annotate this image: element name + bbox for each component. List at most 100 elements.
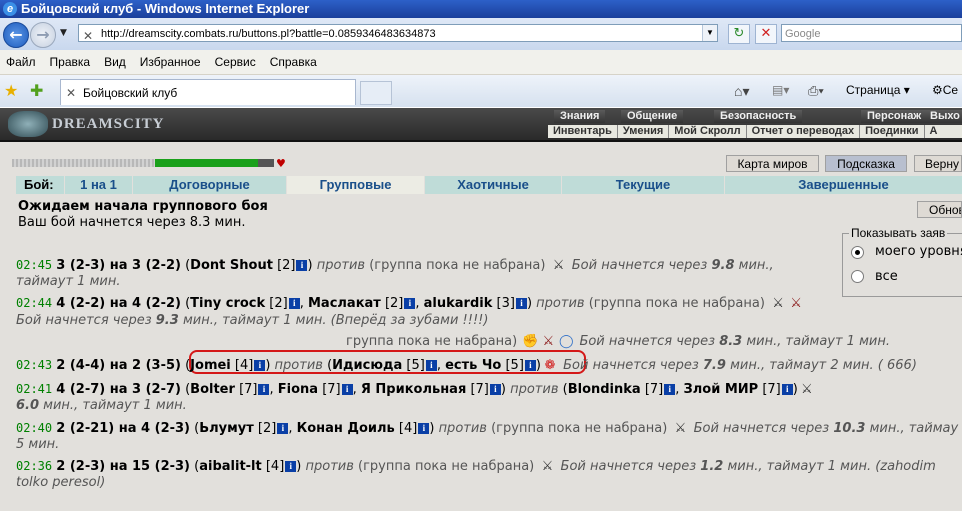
- info-icon[interactable]: i: [341, 384, 353, 395]
- menu-help[interactable]: Справка: [270, 50, 317, 74]
- address-bar[interactable]: ✕ http://dreamscity.combats.ru/buttons.p…: [78, 24, 718, 43]
- search-input[interactable]: Google: [781, 24, 962, 42]
- red-swords-icon[interactable]: ⚔: [539, 333, 557, 350]
- red-swords-icon[interactable]: ⚔: [787, 295, 805, 312]
- crossed-swords-icon[interactable]: ⚔: [769, 295, 787, 312]
- filter-legend: Показывать заяв: [849, 226, 948, 240]
- info-icon[interactable]: i: [425, 360, 437, 371]
- new-tab-button[interactable]: [360, 81, 392, 105]
- player-name[interactable]: Идисюда: [332, 358, 402, 373]
- top-menu-knowledge[interactable]: Знания: [554, 110, 606, 123]
- sub-menu-skills[interactable]: Умения: [616, 125, 668, 138]
- logo-emblem-icon: [8, 111, 48, 137]
- battle-time: 02:40: [16, 421, 53, 435]
- versus-label: против: [305, 459, 354, 474]
- refresh-list-button[interactable]: Обнов: [917, 201, 962, 218]
- player-name[interactable]: Fiona: [278, 382, 318, 397]
- info-icon[interactable]: i: [515, 298, 527, 309]
- tab-contract[interactable]: Договорные: [133, 176, 287, 194]
- add-favorite-icon[interactable]: ✚: [30, 81, 43, 101]
- info-icon[interactable]: i: [288, 298, 300, 309]
- info-icon[interactable]: i: [404, 298, 416, 309]
- menu-view[interactable]: Вид: [104, 50, 126, 74]
- player-name[interactable]: Злой МИР: [684, 382, 759, 397]
- radio-all[interactable]: [851, 270, 864, 283]
- crossed-swords-icon[interactable]: ⚔: [550, 257, 568, 274]
- player-name[interactable]: aibalit-lt: [199, 459, 262, 474]
- sub-menu-inventory[interactable]: Инвентарь: [548, 125, 617, 138]
- home-icon[interactable]: ⌂▾: [734, 83, 749, 100]
- menu-favorites[interactable]: Избранное: [140, 50, 201, 74]
- starts-in-suffix: мин., таймаут 1 мин.: [43, 398, 187, 413]
- top-menu-security[interactable]: Безопасность: [714, 110, 803, 123]
- crossed-swords-icon[interactable]: ⚔: [798, 381, 816, 398]
- info-icon[interactable]: i: [258, 384, 270, 395]
- stop-button[interactable]: ✕: [755, 24, 777, 44]
- player-level: [7]: [322, 382, 341, 397]
- info-icon[interactable]: i: [285, 461, 297, 472]
- crossed-swords-icon[interactable]: ⚔: [538, 458, 556, 475]
- tab-chaotic[interactable]: Хаотичные: [425, 176, 562, 194]
- sub-menu-scroll[interactable]: Мой Скролл: [668, 125, 745, 138]
- address-dropdown-icon[interactable]: ▼: [702, 25, 717, 41]
- tab-one-on-one[interactable]: 1 на 1: [65, 176, 133, 194]
- sub-menu-transfers[interactable]: Отчет о переводах: [745, 125, 860, 138]
- player-name[interactable]: Я Прикольная: [361, 382, 466, 397]
- sub-menu-a[interactable]: А: [923, 125, 943, 138]
- battle-teams: 2 (4-4) на 2 (3-5): [56, 358, 181, 373]
- crossed-swords-icon[interactable]: ⚔: [671, 420, 689, 437]
- safety-menu-button[interactable]: ⚙Се: [932, 83, 958, 97]
- menu-file[interactable]: Файл: [6, 50, 36, 74]
- radio-my-level[interactable]: [851, 246, 864, 259]
- blood-drop-icon[interactable]: ❁: [541, 357, 559, 374]
- battle-teams: 2 (2-3) на 15 (2-3): [56, 459, 190, 474]
- fist-icon[interactable]: ✊: [521, 333, 539, 350]
- menu-tools[interactable]: Сервис: [215, 50, 256, 74]
- info-icon[interactable]: i: [277, 423, 289, 434]
- tab-finished[interactable]: Завершенные: [725, 176, 962, 194]
- player-name[interactable]: Bolter: [190, 382, 235, 397]
- player-name[interactable]: Конан Доиль: [297, 421, 395, 436]
- starts-in-suffix: мин., таймаут 2 мин. ( 666): [730, 358, 917, 373]
- back-button[interactable]: ←: [3, 22, 29, 48]
- info-icon[interactable]: i: [418, 423, 430, 434]
- info-icon[interactable]: i: [254, 360, 266, 371]
- battle-row: 02:43 2 (4-4) на 2 (3-5) (Jomei [4] i) пр…: [16, 357, 917, 374]
- top-menu-character[interactable]: Персонаж: [861, 110, 928, 123]
- tab-group[interactable]: Групповые: [287, 176, 425, 194]
- player-name[interactable]: alukardik: [424, 296, 493, 311]
- world-map-button[interactable]: Карта миров: [726, 155, 819, 172]
- info-icon[interactable]: i: [524, 360, 536, 371]
- player-name[interactable]: Tiny crock: [190, 296, 265, 311]
- player-name[interactable]: Blondinka: [568, 382, 641, 397]
- player-level: [2]: [269, 296, 288, 311]
- battle-teams: 3 (2-3) на 3 (2-2): [56, 258, 181, 273]
- info-icon[interactable]: i: [489, 384, 501, 395]
- battle-teams: 4 (2-2) на 4 (2-2): [56, 296, 181, 311]
- forward-button[interactable]: →: [30, 22, 56, 48]
- tab-current[interactable]: Текущие: [562, 176, 725, 194]
- player-name[interactable]: Dont Shout: [190, 258, 273, 273]
- player-name[interactable]: Jomei: [190, 358, 231, 373]
- page-menu-button[interactable]: Страница ▾: [846, 83, 910, 97]
- sub-menu-fights[interactable]: Поединки: [859, 125, 923, 138]
- info-icon[interactable]: i: [296, 260, 308, 271]
- orb-icon[interactable]: ◯: [557, 333, 575, 350]
- browser-tab-active[interactable]: ✕ Бойцовский клуб: [60, 79, 356, 105]
- player-name[interactable]: Маслакат: [308, 296, 381, 311]
- info-icon[interactable]: i: [664, 384, 676, 395]
- history-dropdown-icon[interactable]: ▼: [60, 28, 67, 38]
- player-name[interactable]: Ьлумут: [199, 421, 254, 436]
- favorites-star-icon[interactable]: ★: [4, 81, 18, 101]
- return-button[interactable]: Верну: [914, 155, 962, 172]
- info-icon[interactable]: i: [781, 384, 793, 395]
- battle-time: 02:43: [16, 358, 53, 372]
- hint-button[interactable]: Подсказка: [825, 155, 907, 172]
- menu-edit[interactable]: Правка: [50, 50, 91, 74]
- refresh-button[interactable]: ↻: [728, 24, 750, 44]
- player-name[interactable]: есть Чо: [445, 358, 501, 373]
- top-menu-communication[interactable]: Общение: [621, 110, 684, 123]
- print-icon[interactable]: ⎙▾: [808, 83, 824, 99]
- feeds-icon[interactable]: ▤▾: [772, 83, 789, 97]
- top-menu-exit[interactable]: Выхо: [924, 110, 962, 123]
